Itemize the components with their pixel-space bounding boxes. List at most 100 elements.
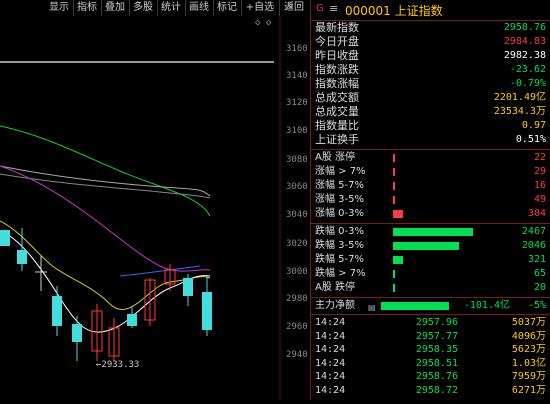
net-flow-row: 主力净额 ▤ -101.4亿 -5%	[311, 299, 550, 313]
candle-down	[202, 292, 212, 330]
price-label: 3100	[286, 126, 308, 136]
rise-value: 22	[533, 152, 546, 163]
price-label: 3040	[286, 210, 308, 220]
rise-bar	[393, 210, 403, 218]
fall-label: 跌幅 0-3%	[315, 226, 365, 237]
candle-down	[52, 296, 62, 326]
rise-value: 304	[527, 208, 546, 219]
stat-row: 昨日收盘 2982.38	[311, 49, 550, 62]
stat-label: 上证换手	[315, 133, 359, 146]
info-icon[interactable]: ▤	[368, 301, 376, 315]
stat-row: 总成交量 23534.3万	[311, 105, 550, 118]
net-flow-bar	[381, 302, 449, 310]
tick-volume: 6271万	[511, 384, 546, 396]
fall-row: A股 跌停 20	[311, 281, 550, 295]
tick-row: 14:24 2958.72 6271万	[311, 384, 550, 397]
rise-label: 涨幅 > 7%	[315, 166, 366, 177]
price-label-partial: 6	[288, 2, 294, 12]
separator	[311, 314, 550, 315]
fall-row: 跌幅 5-7% 321	[311, 253, 550, 267]
stat-row: 总成交额 2201.49亿	[311, 91, 550, 104]
fall-label: 跌幅 5-7%	[315, 254, 365, 265]
candlestick-chart[interactable]: ◇ ◇ 6 3160 3140 3120 3100 3080 3060 3040…	[0, 2, 310, 400]
g-icon[interactable]: G	[316, 3, 324, 14]
fall-value: 321	[527, 254, 546, 265]
fall-value: 20	[533, 282, 546, 293]
tick-price: 2958.35	[415, 344, 458, 355]
price-label: 2940	[286, 350, 308, 360]
tick-volume: 1.03亿	[511, 357, 546, 369]
tick-row: 14:24 2957.77 4096万	[311, 330, 550, 343]
fall-bar	[393, 228, 473, 236]
tick-time: 14:24	[315, 384, 346, 396]
fall-bar	[393, 256, 403, 264]
rise-row: 涨幅 5-7% 16	[311, 179, 550, 193]
stat-value: 0.97	[521, 120, 546, 131]
stat-value: 2201.49亿	[493, 92, 546, 103]
price-label: 3000	[286, 267, 308, 277]
fall-row: 跌幅 > 7% 65	[311, 267, 550, 281]
rise-row: 涨幅 3-5% 49	[311, 193, 550, 207]
candle-down	[183, 278, 193, 296]
separator	[311, 297, 550, 298]
toolbar-button-back[interactable]: 返回	[279, 0, 309, 16]
fall-value: 2046	[521, 240, 546, 251]
rise-row: A股 涨停 22	[311, 151, 550, 165]
toolbar-button-multi-stock[interactable]: 多股	[129, 0, 158, 16]
rise-value: 16	[533, 180, 546, 191]
candle-down	[127, 314, 137, 326]
tick-price: 2958.76	[415, 371, 458, 382]
tick-time: 14:24	[315, 317, 346, 328]
ma-line-gray-1	[0, 165, 211, 197]
chart-corner-icons[interactable]: ◇ ◇	[255, 18, 271, 28]
rise-value: 29	[533, 166, 546, 177]
stat-label: 最新指数	[315, 21, 359, 34]
stat-row: 上证换手 0.51%	[311, 133, 550, 146]
tick-volume: 7959万	[511, 371, 546, 382]
fall-row: 跌幅 3-5% 2046	[311, 239, 550, 253]
price-label: 2960	[286, 322, 308, 332]
stat-value: 2982.38	[503, 50, 546, 61]
toolbar-button-display[interactable]: 显示	[45, 0, 74, 16]
stat-row: 指数涨跌 -23.62	[311, 63, 550, 76]
tick-row: 14:24 2957.96 5037万	[311, 316, 550, 329]
fall-label: A股 跌停	[315, 282, 356, 293]
fall-row: 跌幅 0-3% 2467	[311, 225, 550, 239]
stat-value: 0.51%	[515, 134, 546, 145]
ma-line-gray-2	[0, 173, 211, 199]
toolbar-button-overlay[interactable]: 叠加	[101, 0, 130, 16]
fall-value: 2467	[521, 226, 546, 237]
toolbar-button-stats[interactable]: 统计	[157, 0, 186, 16]
low-price-marker: ←2933.33	[96, 360, 140, 370]
toolbar-button-add-favorite[interactable]: +自选	[241, 0, 280, 16]
price-label: 3160	[286, 44, 308, 54]
tick-price: 2958.72	[415, 384, 458, 396]
stat-label: 指数量比	[315, 119, 359, 132]
separator	[311, 149, 550, 150]
tick-row: 14:24 2958.51 1.03亿	[311, 357, 550, 370]
price-label: 3080	[286, 155, 308, 165]
menu-icon[interactable]: ≡	[329, 2, 338, 15]
stat-row: 最新指数 2958.76	[311, 21, 550, 34]
price-label: 3020	[286, 239, 308, 249]
candles	[0, 228, 212, 361]
ma-line-yellow	[0, 220, 211, 311]
net-flow-value: -101.4亿	[463, 300, 510, 311]
toolbar-button-indicator[interactable]: 指标	[73, 0, 102, 16]
tick-volume: 5037万	[511, 317, 546, 328]
rise-label: A股 涨停	[315, 152, 356, 163]
candle-down	[72, 324, 82, 342]
stat-row: 今日开盘 2984.83	[311, 35, 550, 48]
stat-label: 指数涨幅	[315, 77, 359, 90]
price-label: 3140	[286, 71, 308, 81]
tick-row: 14:24 2958.35 5623万	[311, 343, 550, 356]
stat-label: 总成交额	[315, 91, 359, 104]
toolbar-button-mark[interactable]: 标记	[213, 0, 242, 16]
tick-row: 14:24 2958.76 7959万	[311, 370, 550, 383]
stat-value: -0.79%	[509, 78, 546, 89]
tick-volume: 4096万	[511, 330, 546, 342]
stat-label: 昨日收盘	[315, 49, 359, 62]
toolbar-button-draw-line[interactable]: 画线	[185, 0, 214, 16]
chart-toolbar: 显示 指标 叠加 多股 统计 画线 标记 +自选 返回	[0, 0, 310, 16]
tick-time: 14:24	[315, 371, 346, 382]
